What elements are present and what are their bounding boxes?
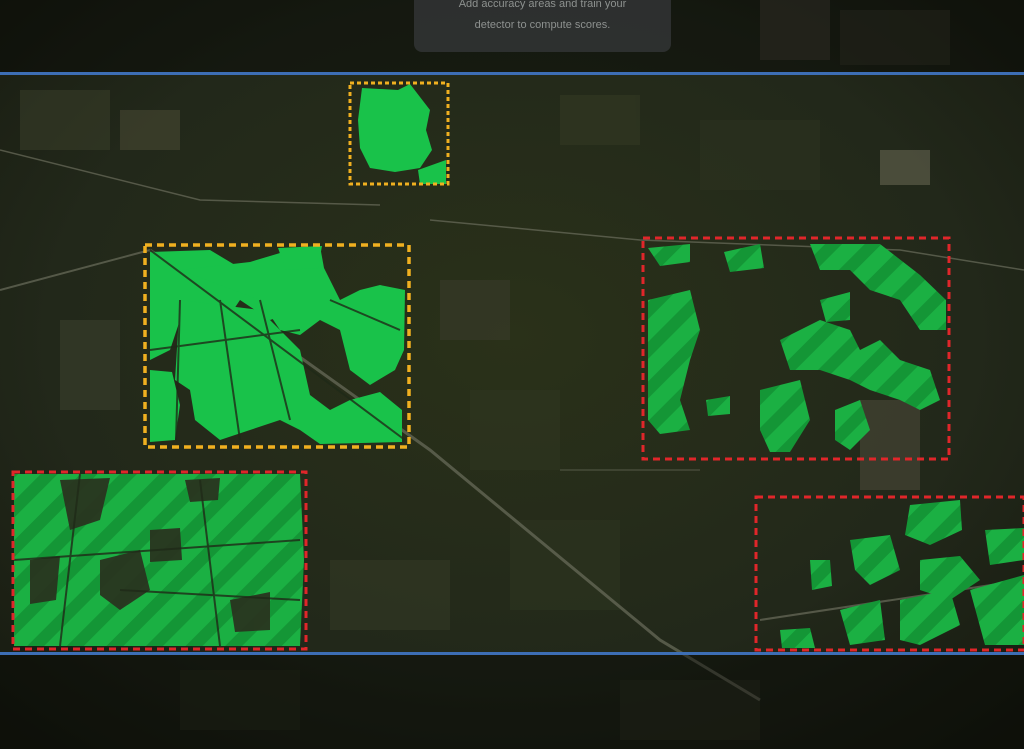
band-top-line	[0, 72, 1024, 75]
accuracy-area-red-left[interactable]	[11, 470, 308, 651]
band-bottom-line	[0, 652, 1024, 655]
tooltip-line-2: detector to compute scores.	[474, 19, 611, 31]
satellite-map[interactable]	[0, 0, 1024, 749]
dim-bottom	[0, 655, 1024, 749]
tooltip-line-1: Add accuracy areas and train your	[458, 0, 627, 10]
accuracy-tooltip: Add accuracy areas and train your detect…	[414, 0, 671, 52]
